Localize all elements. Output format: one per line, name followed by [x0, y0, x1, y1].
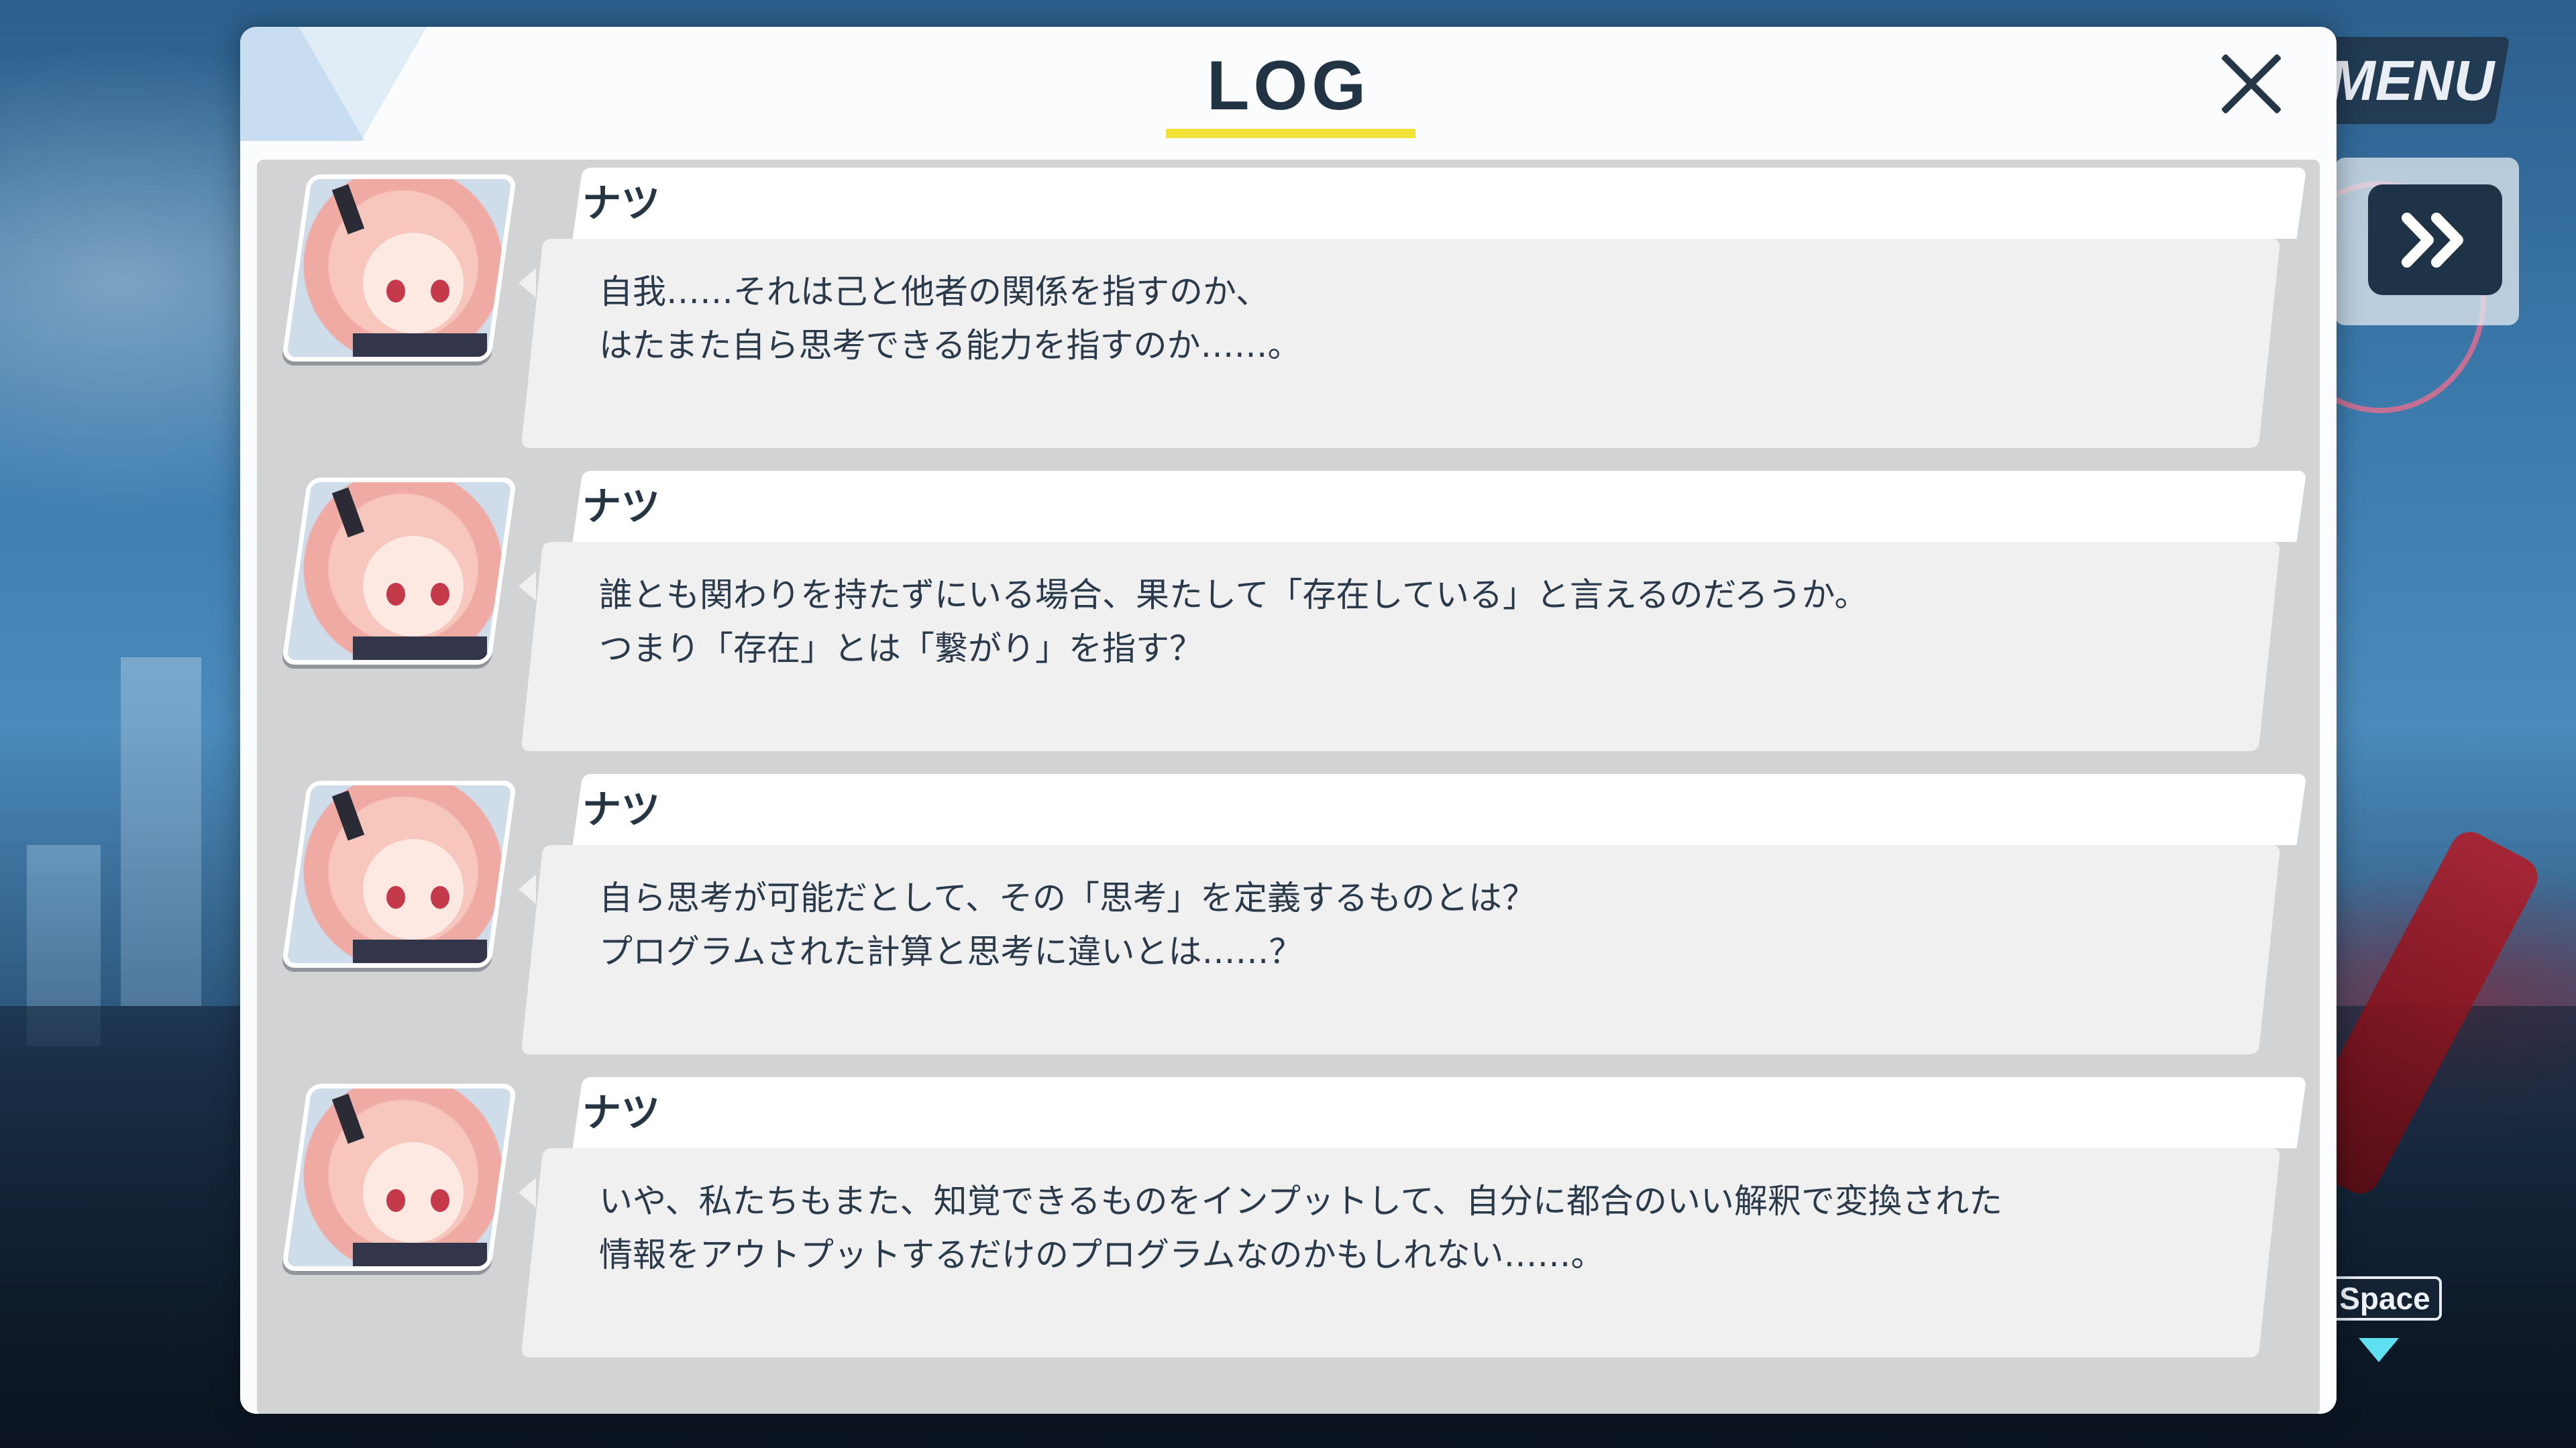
speaker-name: ナツ	[582, 1090, 661, 1135]
log-title: LOG	[1206, 46, 1371, 125]
log-entry: ナツ いや、私たちもまた、知覚できるものをインプットして、自分に都合のいい解釈で…	[257, 1077, 2320, 1372]
menu-button-label: MENU	[2328, 48, 2495, 112]
speech-tail	[519, 1178, 536, 1207]
log-header: LOG	[240, 27, 2337, 141]
title-underline	[1166, 129, 1415, 138]
background-building	[121, 657, 201, 1006]
dialogue-text: 誰とも関わりを持たずにいる場合、果たして「存在している」と言えるのだろうか。 つ…	[599, 568, 2209, 675]
speaker-name-bar	[572, 168, 2307, 239]
speaker-name-bar	[572, 471, 2307, 542]
dialogue-text: いや、私たちもまた、知覚できるものをインプットして、自分に都合のいい解釈で変換さ…	[599, 1174, 2209, 1282]
log-list[interactable]: ナツ 自我……それは己と他者の関係を指すのか、 はたまた自ら思考できる能力を指す…	[257, 160, 2320, 1414]
dialogue-line: プログラムされた計算と思考に違いとは……？	[599, 932, 1303, 971]
dialogue-line: 誰とも関わりを持たずにいる場合、果たして「存在している」と言えるのだろうか。	[599, 575, 1868, 614]
space-key-hint: Space	[2328, 1276, 2442, 1321]
speaker-name: ナツ	[582, 484, 661, 529]
dialogue-text: 自ら思考が可能だとして、その「思考」を定義するものとは？ プログラムされた計算と…	[599, 871, 2209, 979]
close-icon[interactable]	[2214, 47, 2288, 121]
space-key-label: Space	[2339, 1281, 2430, 1316]
dialogue-line: 自我……それは己と他者の関係を指すのか、	[599, 272, 1269, 311]
speech-tail	[519, 875, 536, 904]
dialogue-line: 情報をアウトプットするだけのプログラムなのかもしれない……。	[599, 1235, 1605, 1274]
speech-tail	[519, 268, 536, 298]
speaker-portrait	[281, 174, 517, 361]
speaker-portrait	[281, 781, 517, 968]
log-entry: ナツ 誰とも関わりを持たずにいる場合、果たして「存在している」と言えるのだろうか…	[257, 471, 2320, 766]
speaker-portrait	[281, 478, 517, 665]
dialogue-line: いや、私たちもまた、知覚できるものをインプットして、自分に都合のいい解釈で変換さ…	[599, 1182, 2002, 1221]
speech-tail	[519, 571, 536, 601]
log-entry: ナツ 自我……それは己と他者の関係を指すのか、 はたまた自ら思考できる能力を指す…	[257, 168, 2320, 463]
fast-forward-button[interactable]	[2368, 184, 2502, 295]
speaker-name-bar	[572, 1077, 2307, 1148]
log-dialog: LOG ナツ 自我……それは己と他者の関係を指すのか、 はたまた自ら思考できる能…	[240, 27, 2337, 1414]
speaker-name-bar	[572, 774, 2307, 845]
speaker-name: ナツ	[582, 180, 661, 226]
log-entry: ナツ 自ら思考が可能だとして、その「思考」を定義するものとは？ プログラムされた…	[257, 774, 2320, 1069]
dialogue-line: 自ら思考が可能だとして、その「思考」を定義するものとは？	[599, 879, 1536, 917]
dialogue-line: はたまた自ら思考できる能力を指すのか……。	[599, 326, 1301, 365]
fast-forward-icon	[2402, 212, 2463, 268]
advance-arrow-icon	[2359, 1338, 2399, 1362]
dialogue-line: つまり「存在」とは「繋がり」を指す？	[599, 629, 1203, 668]
menu-button[interactable]: MENU	[2313, 37, 2510, 124]
speaker-name: ナツ	[582, 787, 661, 832]
speaker-portrait	[281, 1084, 517, 1271]
dialogue-text: 自我……それは己と他者の関係を指すのか、 はたまた自ら思考できる能力を指すのか……	[599, 265, 2209, 372]
